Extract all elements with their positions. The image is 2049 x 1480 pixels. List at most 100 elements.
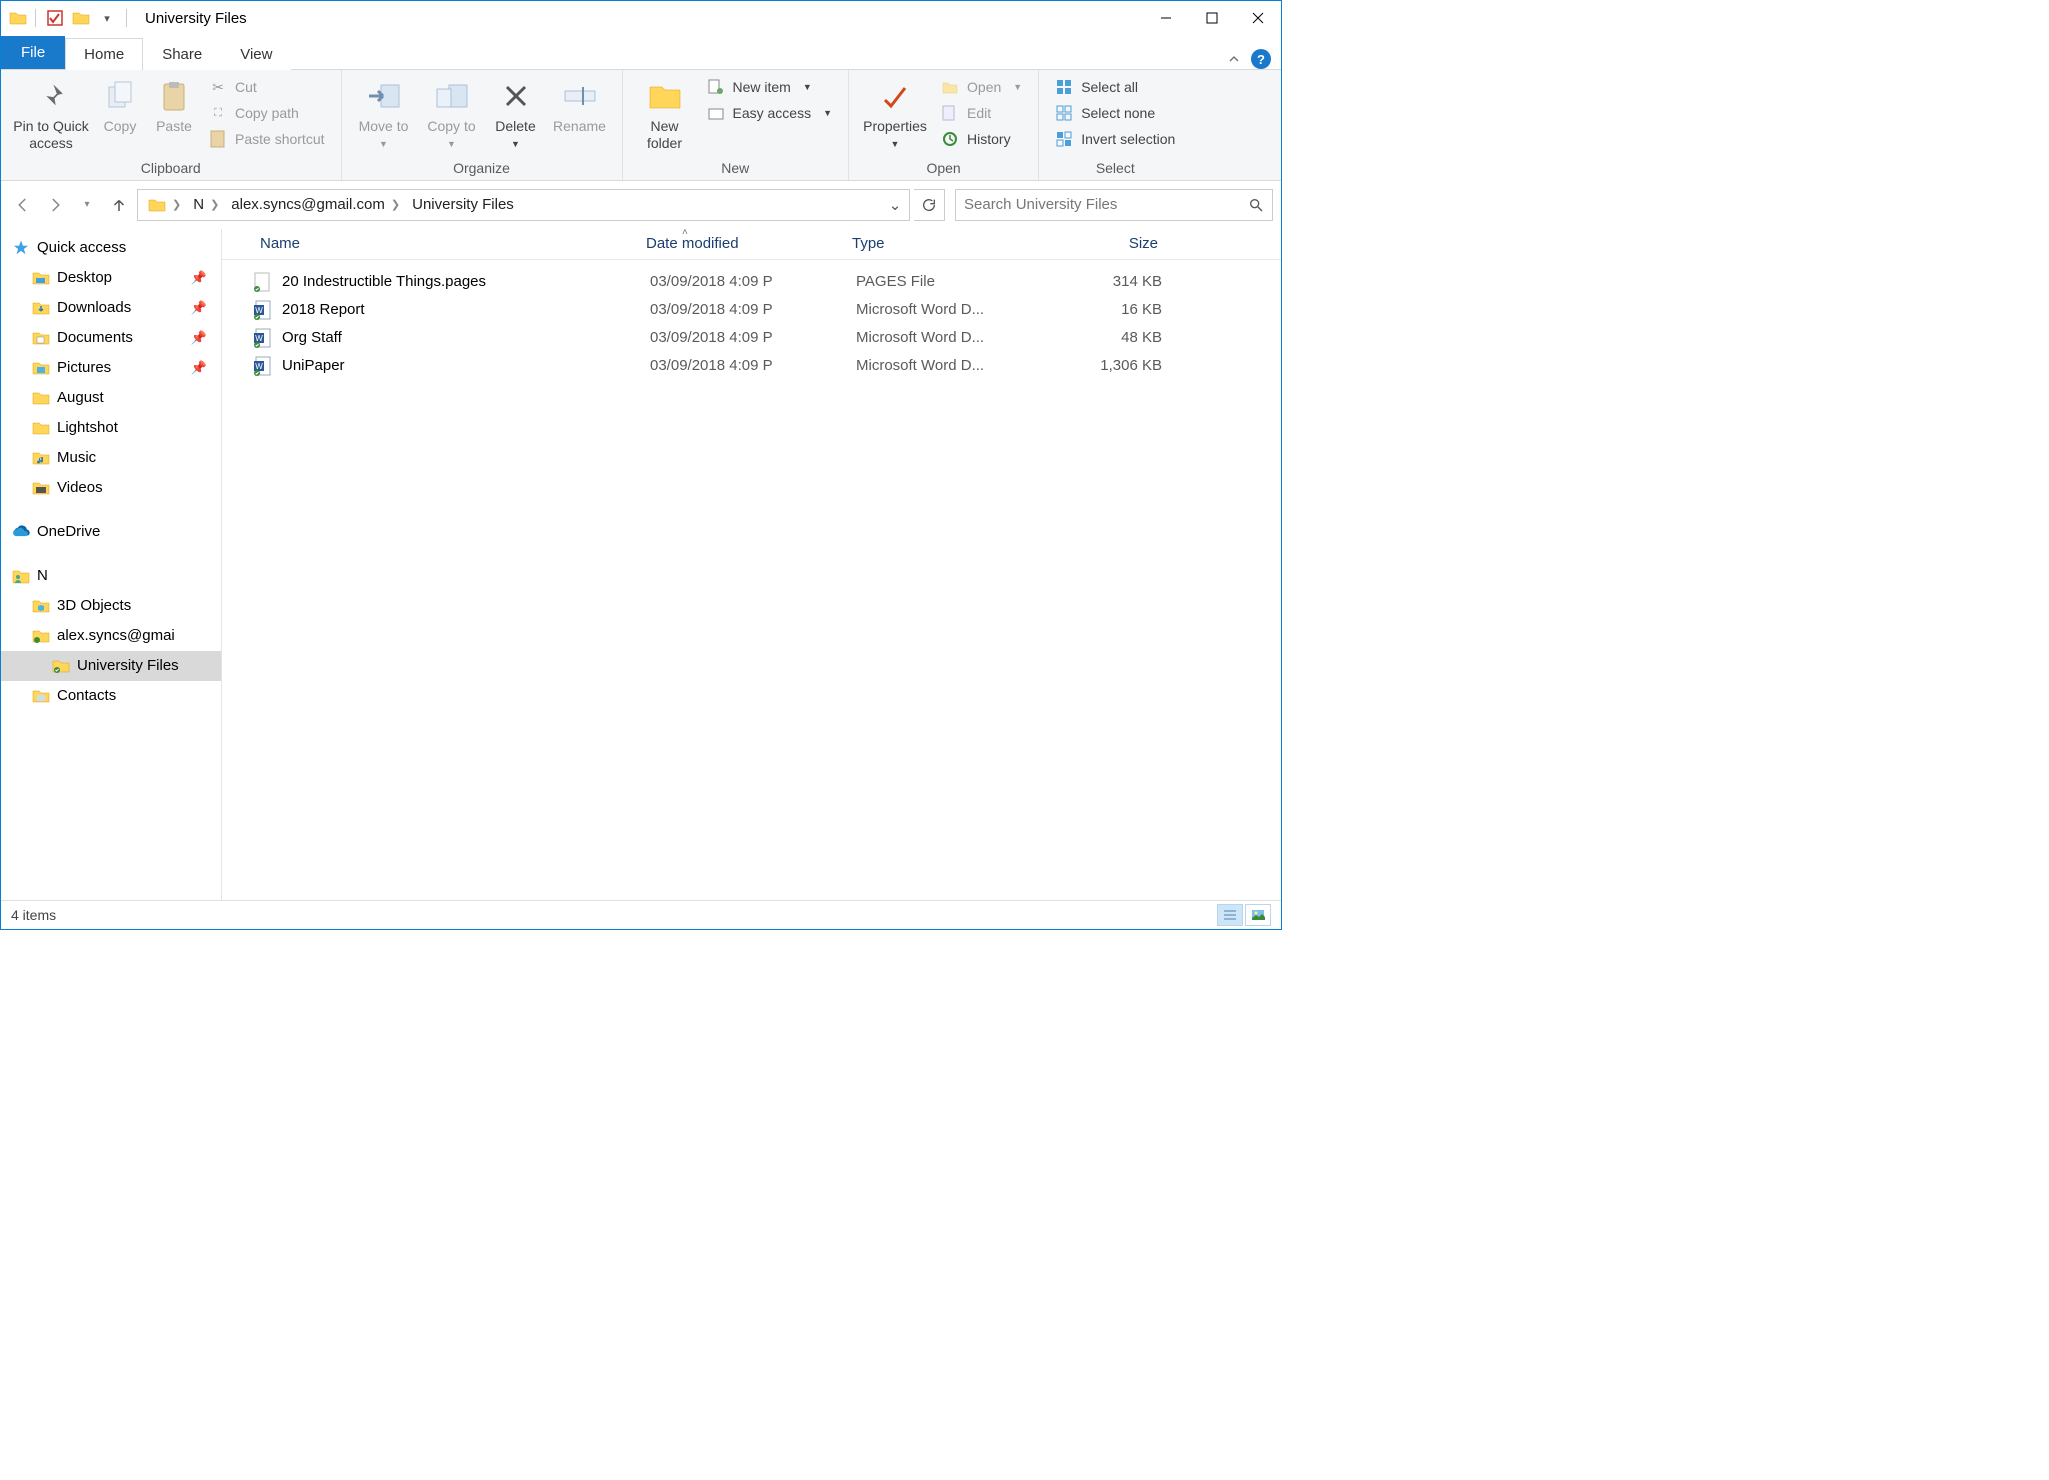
- edit-button[interactable]: Edit: [937, 102, 1026, 124]
- folder-icon: [31, 686, 51, 706]
- sidebar-3d-objects[interactable]: 3D Objects: [1, 591, 221, 621]
- newfolder-icon: [647, 78, 683, 114]
- paste-shortcut-button[interactable]: Paste shortcut: [205, 128, 329, 150]
- move-to-button[interactable]: Move to▼: [350, 74, 418, 154]
- selectnone-icon: [1055, 104, 1073, 122]
- new-item-button[interactable]: New item▼: [703, 76, 837, 98]
- tab-file[interactable]: File: [1, 36, 65, 69]
- sidebar-music[interactable]: Music: [1, 443, 221, 473]
- new-folder-button[interactable]: New folder: [631, 74, 699, 156]
- delete-button[interactable]: Delete▼: [486, 74, 546, 154]
- invert-selection-button[interactable]: Invert selection: [1051, 128, 1179, 150]
- file-row[interactable]: 20 Indestructible Things.pages03/09/2018…: [222, 268, 1281, 296]
- separator: [126, 9, 127, 27]
- recent-dropdown[interactable]: ▾: [73, 191, 101, 219]
- pin-quick-access-button[interactable]: Pin to Quick access: [9, 74, 93, 156]
- col-name[interactable]: Name: [252, 235, 638, 252]
- col-date[interactable]: Date modified: [638, 235, 844, 252]
- file-icon: W: [252, 328, 272, 348]
- selectall-icon: [1055, 78, 1073, 96]
- forward-button[interactable]: [41, 191, 69, 219]
- rename-button[interactable]: Rename: [546, 74, 614, 139]
- file-row[interactable]: WUniPaper03/09/2018 4:09 PMicrosoft Word…: [222, 352, 1281, 380]
- cut-button[interactable]: ✂Cut: [205, 76, 329, 98]
- group-new: New folder New item▼ Easy access▼ New: [623, 70, 850, 180]
- sidebar-onedrive[interactable]: OneDrive: [1, 517, 221, 547]
- col-type[interactable]: Type: [844, 235, 1040, 252]
- file-icon: W: [252, 300, 272, 320]
- file-row[interactable]: W2018 Report03/09/2018 4:09 PMicrosoft W…: [222, 296, 1281, 324]
- file-row[interactable]: WOrg Staff03/09/2018 4:09 PMicrosoft Wor…: [222, 324, 1281, 352]
- refresh-button[interactable]: [914, 189, 945, 221]
- newitem-icon: [707, 78, 725, 96]
- file-type: Microsoft Word D...: [848, 329, 1044, 346]
- pin-icon: 📌: [191, 300, 207, 316]
- help-icon[interactable]: ?: [1251, 49, 1271, 69]
- copy-path-button[interactable]: ⛶Copy path: [205, 102, 329, 124]
- sidebar-university-files[interactable]: University Files: [1, 651, 221, 681]
- crumb-root-icon[interactable]: ❯: [142, 190, 187, 220]
- properties-button[interactable]: Properties▼: [857, 74, 933, 154]
- search-icon: [1248, 197, 1264, 213]
- file-date: 03/09/2018 4:09 P: [642, 357, 848, 374]
- tab-home[interactable]: Home: [65, 38, 143, 70]
- qat-dropdown-icon[interactable]: ▾: [98, 9, 116, 27]
- qat-folder-icon[interactable]: [72, 9, 90, 27]
- open-icon: [941, 78, 959, 96]
- tab-share[interactable]: Share: [143, 38, 221, 70]
- sidebar-videos[interactable]: Videos: [1, 473, 221, 503]
- history-button[interactable]: History: [937, 128, 1026, 150]
- back-button[interactable]: [9, 191, 37, 219]
- select-all-button[interactable]: Select all: [1051, 76, 1179, 98]
- col-size[interactable]: Size: [1040, 235, 1166, 252]
- sidebar-lightshot[interactable]: Lightshot: [1, 413, 221, 443]
- view-details-button[interactable]: [1217, 904, 1243, 926]
- group-label: Open: [857, 156, 1030, 180]
- qat-properties-icon[interactable]: [46, 9, 64, 27]
- address-bar[interactable]: ❯ N❯ alex.syncs@gmail.com❯ University Fi…: [137, 189, 910, 221]
- up-button[interactable]: [105, 191, 133, 219]
- file-list[interactable]: 20 Indestructible Things.pages03/09/2018…: [222, 260, 1281, 900]
- easy-access-button[interactable]: Easy access▼: [703, 102, 837, 124]
- delete-icon: [498, 78, 534, 114]
- folder-icon: [31, 418, 51, 438]
- select-none-button[interactable]: Select none: [1051, 102, 1179, 124]
- tab-view[interactable]: View: [221, 38, 291, 70]
- close-button[interactable]: [1235, 1, 1281, 35]
- group-label: Organize: [350, 156, 614, 180]
- address-dropdown[interactable]: ⌄: [885, 196, 905, 214]
- file-icon: W: [252, 356, 272, 376]
- svg-text:W: W: [255, 362, 263, 371]
- window-title: University Files: [145, 10, 247, 27]
- sidebar-pictures[interactable]: Pictures📌: [1, 353, 221, 383]
- copy-to-button[interactable]: Copy to▼: [418, 74, 486, 154]
- sidebar-desktop[interactable]: Desktop📌: [1, 263, 221, 293]
- titlebar: ▾ University Files: [1, 1, 1281, 35]
- sidebar-quick-access[interactable]: Quick access: [1, 233, 221, 263]
- crumb-mid[interactable]: alex.syncs@gmail.com❯: [225, 190, 406, 220]
- maximize-button[interactable]: [1189, 1, 1235, 35]
- column-headers: ˄ Name Date modified Type Size: [222, 229, 1281, 260]
- crumb-leaf[interactable]: University Files: [406, 190, 520, 220]
- file-date: 03/09/2018 4:09 P: [642, 273, 848, 290]
- sort-indicator-icon: ˄: [682, 229, 688, 238]
- search-input[interactable]: Search University Files: [955, 189, 1273, 221]
- sidebar-n[interactable]: N: [1, 561, 221, 591]
- crumb-root[interactable]: N❯: [187, 190, 225, 220]
- sidebar-alex[interactable]: alex.syncs@gmai: [1, 621, 221, 651]
- collapse-ribbon-icon[interactable]: [1227, 52, 1241, 66]
- sidebar-downloads[interactable]: Downloads📌: [1, 293, 221, 323]
- file-name: 20 Indestructible Things.pages: [282, 273, 642, 290]
- minimize-button[interactable]: [1143, 1, 1189, 35]
- sidebar-contacts[interactable]: Contacts: [1, 681, 221, 711]
- properties-icon: [877, 78, 913, 114]
- copy-button[interactable]: Copy: [93, 74, 147, 139]
- sidebar-documents[interactable]: Documents📌: [1, 323, 221, 353]
- paste-button[interactable]: Paste: [147, 74, 201, 139]
- view-thumbnails-button[interactable]: [1245, 904, 1271, 926]
- sidebar-august[interactable]: August: [1, 383, 221, 413]
- copypath-icon: ⛶: [209, 104, 227, 122]
- folder-icon: [31, 596, 51, 616]
- navigation-pane[interactable]: Quick access Desktop📌 Downloads📌 Documen…: [1, 229, 222, 900]
- open-button[interactable]: Open▼: [937, 76, 1026, 98]
